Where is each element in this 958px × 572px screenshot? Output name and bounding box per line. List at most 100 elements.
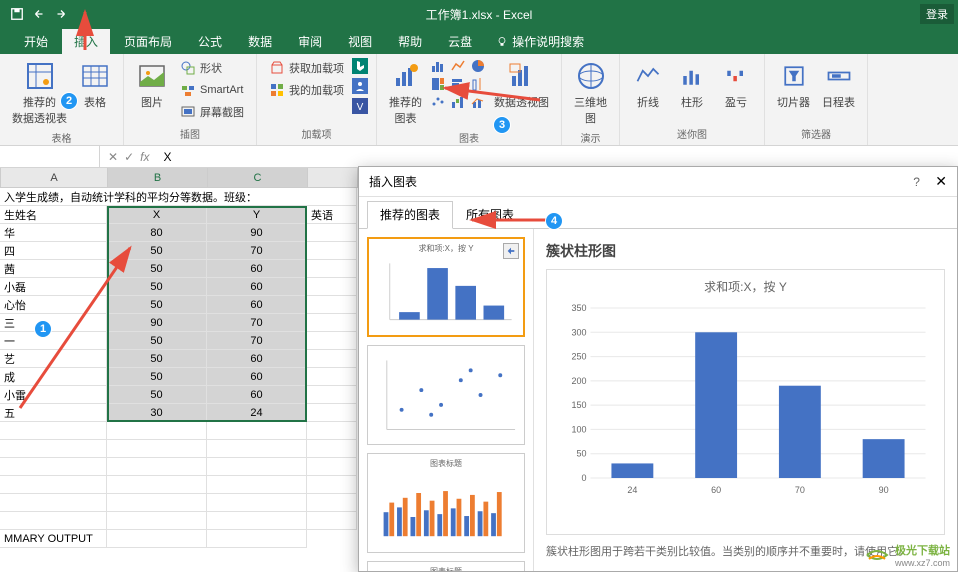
chart-thumb-3[interactable]: 图表标题 [367,453,525,553]
table-button[interactable]: 表格 [75,58,115,112]
get-addins-button[interactable]: 获取加载项 [265,58,348,78]
cell-header-y[interactable]: Y [207,206,307,224]
shapes-button[interactable]: 形状 [176,58,248,78]
name-box[interactable] [0,146,100,167]
tell-me-search[interactable]: 操作说明搜索 [486,29,594,54]
confirm-icon[interactable]: ✓ [124,150,134,164]
visio-icon[interactable]: V [352,98,368,114]
cell-x[interactable]: 50 [107,386,207,404]
cell-empty[interactable] [0,440,107,458]
expand-icon[interactable] [503,243,519,259]
cell-y[interactable]: 60 [207,260,307,278]
cell-y[interactable]: 70 [207,314,307,332]
tab-layout[interactable]: 页面布局 [112,29,184,54]
combo-chart-icon[interactable] [470,94,486,110]
cell-name[interactable]: 心怡 [0,296,107,314]
cell-name[interactable]: 成 [0,368,107,386]
cell-empty[interactable] [307,404,357,422]
col-header-b[interactable]: B [108,168,208,188]
cell-empty[interactable] [307,350,357,368]
chart-preview[interactable]: 求和项:X，按 Y 05010015020025030035024607090 [546,269,945,535]
col-header-d[interactable] [308,168,358,188]
col-header-a[interactable]: A [1,168,108,188]
chart-thumb-4[interactable]: 图表标题 [367,561,525,571]
pie-chart-icon[interactable] [470,58,486,74]
cell-empty[interactable] [207,440,307,458]
cell-empty[interactable] [307,224,357,242]
recommended-charts-button[interactable]: 推荐的 图表 [385,58,426,128]
cell-name[interactable]: 三 [0,314,107,332]
cancel-icon[interactable]: ✕ [108,150,118,164]
cell-x[interactable]: 50 [107,278,207,296]
fx-icon[interactable]: fx [140,150,149,164]
cell-name[interactable]: 艺 [0,350,107,368]
cell-x[interactable]: 50 [107,332,207,350]
cell-empty[interactable] [307,260,357,278]
cell-x[interactable]: 50 [107,242,207,260]
cell-empty[interactable] [0,494,107,512]
cell-empty[interactable] [307,368,357,386]
formula-input[interactable]: X [157,150,958,164]
cell-empty[interactable] [307,512,357,530]
tab-help[interactable]: 帮助 [386,29,434,54]
dialog-tab-recommended[interactable]: 推荐的图表 [367,201,453,229]
sparkline-winloss-button[interactable]: 盈亏 [716,58,756,112]
timeline-button[interactable]: 日程表 [818,58,859,112]
tab-cloud[interactable]: 云盘 [436,29,484,54]
picture-button[interactable]: 图片 [132,58,172,112]
cell-empty[interactable] [107,458,207,476]
cell-name[interactable]: 四 [0,242,107,260]
3d-map-button[interactable]: 三维地 图 [570,58,611,128]
smartart-button[interactable]: SmartArt [176,80,248,100]
sparkline-column-button[interactable]: 柱形 [672,58,712,112]
cell-empty[interactable] [207,476,307,494]
cell-empty[interactable] [307,278,357,296]
cell-x[interactable]: 50 [107,296,207,314]
cell-x[interactable]: 90 [107,314,207,332]
treemap-icon[interactable] [430,76,446,92]
cell-y[interactable]: 24 [207,404,307,422]
cell-empty[interactable] [307,476,357,494]
dialog-close-icon[interactable]: ✕ [935,173,947,189]
login-button[interactable]: 登录 [920,4,954,24]
sparkline-line-button[interactable]: 折线 [628,58,668,112]
cell-empty[interactable] [107,440,207,458]
waterfall-chart-icon[interactable] [450,94,466,110]
undo-icon[interactable] [30,5,48,23]
cell-x[interactable]: 80 [107,224,207,242]
cell-empty[interactable] [207,422,307,440]
cell-empty[interactable] [307,332,357,350]
cell-y[interactable]: 60 [207,368,307,386]
cell-name[interactable]: 一 [0,332,107,350]
cell-y[interactable]: 70 [207,242,307,260]
bar-chart-icon[interactable] [450,76,466,92]
cell-empty[interactable] [307,440,357,458]
cell-y[interactable]: 60 [207,296,307,314]
cell-empty[interactable] [0,476,107,494]
my-addins-button[interactable]: 我的加载项 [265,80,348,100]
cell-y[interactable]: 60 [207,278,307,296]
bing-icon[interactable] [352,58,368,74]
cell-summary[interactable]: MMARY OUTPUT [0,530,107,548]
cell-info[interactable]: 入学生成绩，自动统计学科的平均分等数据。班级： [0,188,357,206]
col-header-c[interactable]: C [208,168,308,188]
cell-header-x[interactable]: X [107,206,207,224]
cell-x[interactable]: 50 [107,350,207,368]
cell-name[interactable]: 小磊 [0,278,107,296]
cell-name[interactable]: 小雷 [0,386,107,404]
cell-name[interactable]: 茜 [0,260,107,278]
cell-y[interactable]: 60 [207,386,307,404]
cell-header-name[interactable]: 生姓名 [0,206,107,224]
cell-empty[interactable] [207,512,307,530]
cell-empty[interactable] [307,422,357,440]
cell-empty[interactable] [207,458,307,476]
cell-empty[interactable] [107,422,207,440]
line-chart-icon[interactable] [450,58,466,74]
cell-x[interactable]: 30 [107,404,207,422]
save-icon[interactable] [8,5,26,23]
cell-y[interactable]: 90 [207,224,307,242]
cell-empty[interactable] [307,314,357,332]
cell-empty[interactable] [307,458,357,476]
cell-y[interactable]: 70 [207,332,307,350]
cell-empty[interactable] [0,512,107,530]
